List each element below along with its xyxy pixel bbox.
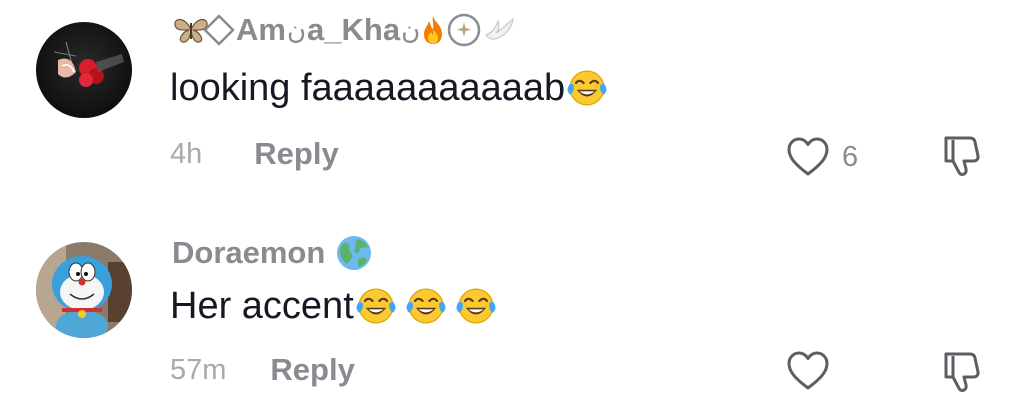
- avatar[interactable]: [36, 242, 132, 338]
- comment-timestamp: 57m: [170, 353, 227, 386]
- circle-sparkle-icon: [447, 13, 481, 47]
- comment-meta: 4h Reply: [170, 136, 339, 172]
- comment-item: Am ن a_Kha ن looking faaaaaaaaaaab 4h Re…: [0, 0, 1024, 200]
- comment-meta: 57m Reply: [170, 352, 355, 388]
- username-text: Doraemon: [172, 235, 326, 270]
- username-part-1: Am: [236, 12, 286, 47]
- like-count: 6: [842, 140, 859, 173]
- thumbs-down-outline-icon: [944, 352, 980, 392]
- reply-button[interactable]: Reply: [270, 352, 354, 388]
- heart-outline-icon: [787, 137, 829, 176]
- username-part-4: ن: [401, 14, 421, 45]
- face-with-tears-of-joy-icon: [405, 287, 447, 325]
- comment-text-content: looking faaaaaaaaaaab: [170, 66, 566, 109]
- comment-timestamp: 4h: [170, 137, 203, 170]
- avatar-photo-icon: [36, 242, 132, 338]
- reply-button[interactable]: Reply: [254, 136, 338, 172]
- heart-outline-icon: [787, 351, 829, 390]
- username-part-3: a_Kha: [307, 12, 401, 47]
- comment-item: Doraemon Her accent 57m Reply: [0, 222, 1024, 398]
- face-with-tears-of-joy-icon: [455, 287, 497, 325]
- diamond-outline-icon: [203, 14, 235, 46]
- username[interactable]: Am ن a_Kha ن: [172, 12, 516, 48]
- like-button[interactable]: [786, 350, 842, 392]
- globe-icon: [337, 236, 372, 270]
- comment-text: looking faaaaaaaaaaab: [170, 66, 609, 110]
- like-button[interactable]: 6: [786, 136, 858, 178]
- avatar-photo-icon: [36, 22, 132, 118]
- avatar[interactable]: [36, 22, 132, 118]
- face-with-tears-of-joy-icon: [355, 287, 397, 325]
- comment-text: Her accent: [170, 284, 498, 328]
- dislike-button[interactable]: [940, 350, 984, 399]
- username[interactable]: Doraemon: [172, 234, 373, 272]
- face-with-tears-of-joy-icon: [566, 69, 608, 107]
- thumbs-down-outline-icon: [944, 136, 980, 176]
- comment-text-content: Her accent: [170, 284, 354, 327]
- dove-icon: [485, 17, 514, 40]
- fire-icon: [424, 16, 443, 44]
- username-part-2: ن: [286, 14, 307, 45]
- dislike-button[interactable]: [940, 134, 984, 183]
